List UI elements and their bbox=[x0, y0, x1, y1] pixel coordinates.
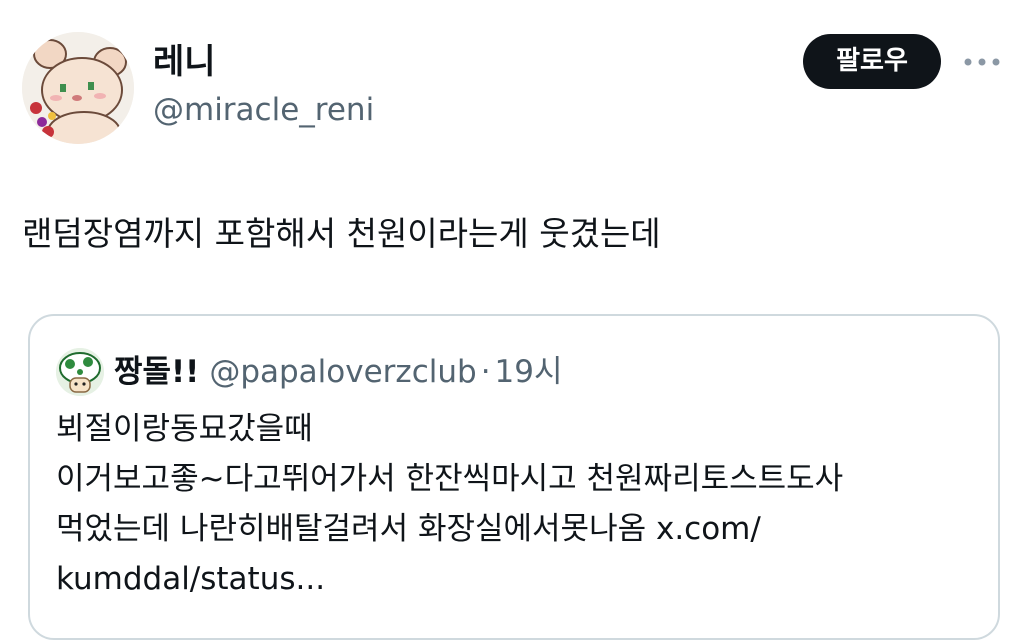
more-dots-icon bbox=[964, 58, 1000, 66]
quoted-header: 짱돌!! @papaloverzclub · 19시 bbox=[114, 351, 563, 393]
more-options-button[interactable] bbox=[960, 48, 1004, 76]
quoted-text: 뵈절이랑동묘갔을때 이거보고좋~다고뛰어가서 한잔씩마시고 천원짜리토스트도사 … bbox=[56, 404, 986, 604]
bear-plush-avatar-icon bbox=[22, 32, 134, 144]
quoted-tweet[interactable]: 짱돌!! @papaloverzclub · 19시 뵈절이랑동묘갔을때 이거보고좋~… bbox=[28, 314, 1000, 640]
quoted-display-name[interactable]: 짱돌!! bbox=[114, 354, 199, 390]
mushroom-avatar-icon bbox=[56, 348, 104, 396]
quoted-author-avatar[interactable] bbox=[56, 348, 104, 396]
tweet-text: 랜덤장염까지 포함해서 천원이라는게 웃겼는데 bbox=[22, 214, 661, 253]
quoted-line: 이거보고좋~다고뛰어가서 한잔씩마시고 천원짜리토스트도사 bbox=[56, 461, 844, 497]
author-avatar[interactable] bbox=[22, 32, 134, 144]
quoted-link-continuation[interactable]: kumddal/status... bbox=[56, 554, 986, 604]
quoted-line: 뵈절이랑동묘갔을때 bbox=[56, 411, 313, 447]
quoted-handle[interactable]: @papaloverzclub bbox=[209, 354, 476, 390]
quoted-line-text: 먹었는데 나란히배탈걸려서 화장실에서못나옴 bbox=[56, 511, 647, 547]
quoted-line: 먹었는데 나란히배탈걸려서 화장실에서못나옴 x.com/ bbox=[56, 504, 986, 554]
author-handle[interactable]: @miracle_reni bbox=[153, 90, 374, 130]
tweet-card: 레니 @miracle_reni 팔로우 랜덤장염까지 포함해서 천원이라는게 … bbox=[0, 0, 1024, 642]
quoted-timestamp[interactable]: 19시 bbox=[495, 354, 563, 390]
follow-button[interactable]: 팔로우 bbox=[803, 34, 941, 89]
quoted-separator: · bbox=[480, 354, 491, 390]
author-display-name[interactable]: 레니 bbox=[153, 42, 216, 82]
quoted-link[interactable]: x.com/ bbox=[656, 511, 761, 547]
